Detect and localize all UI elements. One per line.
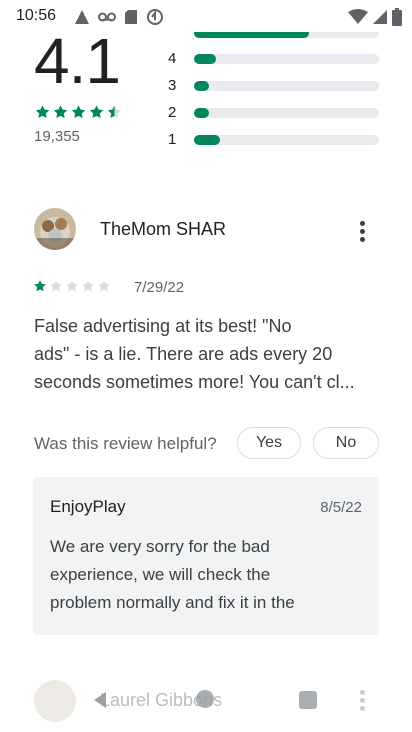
rating-bar-row: 1: [164, 131, 380, 148]
star-icon: [34, 280, 46, 292]
review-date: 7/29/22: [134, 279, 185, 296]
more-options-button[interactable]: [350, 216, 374, 246]
rating-bar-label: 2: [168, 104, 177, 121]
alert-icon: [75, 10, 89, 24]
sd-card-icon: [125, 10, 137, 24]
rating-bar-row: 4: [164, 50, 380, 67]
star-empty-icon: [82, 280, 94, 292]
reply-text[interactable]: We are very sorry for the bad experience…: [50, 533, 370, 617]
star-icon: [71, 105, 86, 118]
dot: [359, 236, 365, 242]
star-icon: [53, 105, 68, 118]
developer-name: EnjoyPlay: [50, 497, 126, 516]
rating-bar-label: 3: [168, 77, 177, 94]
dot: [359, 228, 365, 234]
reply-text-line: We are very sorry for the bad: [50, 537, 270, 556]
helpful-no-button[interactable]: No: [313, 427, 379, 459]
reply-date: 8/5/22: [320, 499, 362, 516]
review-text-line: seconds sometimes more! You can't cl...: [34, 372, 355, 392]
star-empty-icon: [98, 280, 110, 292]
rating-bar-track: [194, 81, 379, 91]
status-time: 10:56: [16, 7, 57, 24]
avatar: [34, 208, 76, 250]
battery-icon: [392, 8, 402, 26]
recent-apps-icon[interactable]: [299, 691, 317, 709]
rating-bar-fill: [194, 108, 209, 118]
helpful-yes-button[interactable]: Yes: [237, 427, 301, 459]
rating-bar-label: 4: [168, 50, 177, 67]
home-icon[interactable]: [196, 690, 214, 708]
review-text-line: ads" - is a lie. There are ads every 20: [34, 344, 333, 364]
rating-bar-fill: [194, 54, 217, 64]
rating-bar-fill: [194, 135, 220, 145]
star-icon: [89, 105, 104, 118]
signal-icon: [373, 10, 387, 24]
developer-reply: EnjoyPlay 8/5/22 We are very sorry for t…: [33, 477, 379, 635]
rating-bar-track: [194, 54, 379, 64]
rating-bar-track: [194, 135, 379, 145]
status-bar: 10:56: [0, 0, 412, 32]
summary-stars: [34, 104, 123, 120]
rating-bar-track: [194, 108, 379, 118]
back-icon[interactable]: [90, 690, 110, 710]
rating-bar-row: 3: [164, 77, 380, 94]
reply-text-line: problem normally and fix it in the: [50, 593, 295, 612]
reviewer-name[interactable]: TheMom SHAR: [100, 219, 226, 240]
rating-bar-label: 1: [168, 131, 177, 148]
rating-bar-row: 2: [164, 104, 380, 121]
helpful-prompt: Was this review helpful?: [34, 434, 217, 453]
sync-icon: [147, 9, 163, 25]
wifi-icon: [348, 9, 368, 24]
review-count: 19,355: [34, 128, 80, 145]
average-rating: 4.1: [34, 25, 121, 97]
voicemail-icon: [98, 12, 116, 22]
reply-text-line: experience, we will check the: [50, 565, 271, 584]
star-empty-icon: [66, 280, 78, 292]
review-text[interactable]: False advertising at its best! "No ads" …: [34, 312, 384, 396]
star-empty-icon: [50, 280, 62, 292]
star-icon: [35, 105, 50, 118]
half-star-icon: [107, 105, 122, 118]
review-stars: [33, 279, 111, 293]
dot: [359, 220, 365, 226]
rating-bar-fill: [194, 81, 209, 91]
review-text-line: False advertising at its best! "No: [34, 316, 292, 336]
